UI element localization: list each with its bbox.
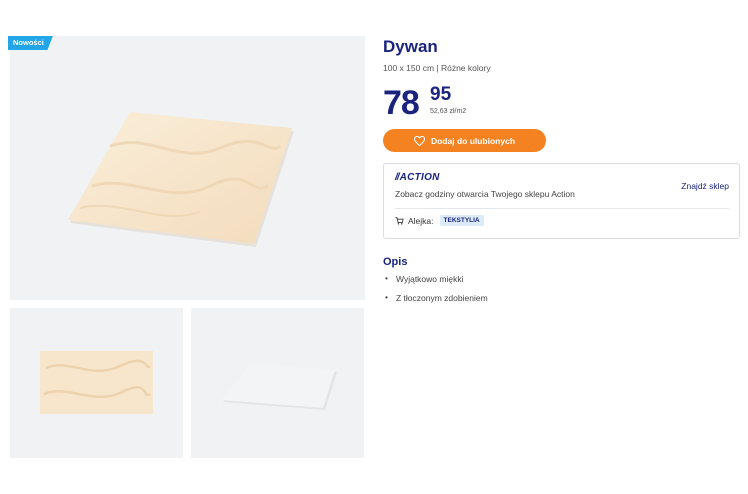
- thumbnail-image-2[interactable]: [191, 308, 364, 458]
- product-subtitle: 100 x 150 cm | Różne kolory: [383, 63, 491, 73]
- description-list: Wyjątkowo miękki Z tłoczonym zdobieniem: [383, 273, 740, 303]
- aisle-tag: TEKSTYLIA: [439, 215, 484, 226]
- main-product-image[interactable]: [10, 36, 365, 300]
- description-item: Wyjątkowo miękki: [383, 273, 740, 284]
- product-title: Dywan: [383, 37, 438, 56]
- thumbnail-image-1[interactable]: [10, 308, 183, 458]
- aisle-info: Alejka: TEKSTYLIA: [395, 215, 484, 226]
- find-store-link[interactable]: Znajdź sklep: [681, 181, 729, 191]
- divider: [395, 208, 729, 209]
- price-per-unit: 52,63 zł/m2: [430, 108, 467, 115]
- description-title: Opis: [383, 256, 408, 268]
- add-to-favorites-label: Dodaj do ulubionych: [430, 135, 516, 146]
- cart-icon: [395, 216, 404, 225]
- add-to-favorites-button[interactable]: Dodaj do ulubionych: [383, 129, 546, 152]
- new-badge: Nowości: [8, 36, 53, 50]
- price: 78 95 52,63 zł/m2: [383, 83, 740, 123]
- product-info-panel: Dywan 100 x 150 cm | Różne kolory 78 95 …: [383, 36, 740, 312]
- action-logo-text: ACTION: [399, 172, 440, 183]
- action-logo: //ACTION: [395, 172, 440, 183]
- heart-icon: [413, 135, 425, 146]
- store-hours-text: Zobacz godziny otwarcia Twojego sklepu A…: [395, 189, 575, 199]
- aisle-label: Alejka:: [408, 215, 434, 226]
- description-item: Z tłoczonym zdobieniem: [383, 292, 740, 303]
- price-cents: 95: [430, 84, 452, 105]
- store-card: //ACTION Zobacz godziny otwarcia Twojego…: [383, 163, 740, 239]
- price-main: 78: [383, 84, 420, 122]
